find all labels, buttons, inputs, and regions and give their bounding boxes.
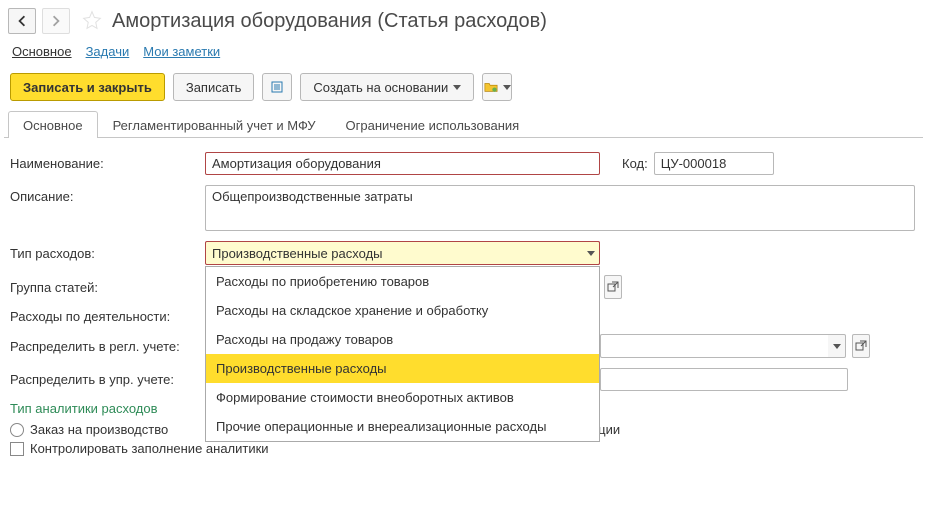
dist-upr-label: Распределить в упр. учете: [10, 372, 205, 387]
dist-regl-label: Распределить в регл. учете: [10, 339, 205, 354]
code-label: Код: [622, 156, 648, 171]
save-button[interactable]: Записать [173, 73, 255, 101]
dropdown-option[interactable]: Производственные расходы [206, 354, 599, 383]
save-close-button[interactable]: Записать и закрыть [10, 73, 165, 101]
list-button[interactable] [262, 73, 292, 101]
desc-label: Описание: [10, 185, 205, 204]
chevron-down-icon[interactable] [828, 334, 846, 358]
topnav-main[interactable]: Основное [12, 44, 72, 59]
titlebar: Амортизация оборудования (Статья расходо… [4, 4, 923, 40]
type-value: Производственные расходы [205, 241, 600, 265]
dist-regl-field[interactable] [600, 334, 828, 358]
name-label: Наименование: [10, 156, 205, 171]
page-title: Амортизация оборудования (Статья расходо… [112, 10, 547, 33]
favorite-icon[interactable] [82, 10, 102, 33]
open-external-icon[interactable] [604, 275, 622, 299]
toolbar: Записать и закрыть Записать Создать на о… [4, 69, 923, 111]
dropdown-option[interactable]: Расходы по приобретению товаров [206, 267, 599, 296]
type-select[interactable]: Производственные расходы Расходы по прио… [205, 241, 600, 265]
dist-upr-field[interactable] [600, 368, 848, 391]
check-control-label: Контролировать заполнение аналитики [30, 441, 269, 456]
type-dropdown: Расходы по приобретению товаровРасходы н… [205, 266, 600, 442]
check-control-row[interactable]: Контролировать заполнение аналитики [10, 441, 917, 456]
tab-main[interactable]: Основное [8, 111, 98, 138]
topnav-notes[interactable]: Мои заметки [143, 44, 220, 59]
checkbox-icon [10, 442, 24, 456]
code-field[interactable] [654, 152, 774, 175]
tab-limit[interactable]: Ограничение использования [331, 111, 535, 138]
name-field[interactable] [205, 152, 600, 175]
forward-button[interactable] [42, 8, 70, 34]
dropdown-option[interactable]: Прочие операционные и внереализационные … [206, 412, 599, 441]
window: Амортизация оборудования (Статья расходо… [4, 4, 923, 466]
folder-button[interactable] [482, 73, 512, 101]
radio-order-label: Заказ на производство [30, 422, 168, 437]
tabs: Основное Регламентированный учет и МФУ О… [4, 111, 923, 138]
chevron-down-icon [503, 85, 511, 90]
dropdown-option[interactable]: Расходы на продажу товаров [206, 325, 599, 354]
back-button[interactable] [8, 8, 36, 34]
topnav-tasks[interactable]: Задачи [86, 44, 130, 59]
activity-label: Расходы по деятельности: [10, 309, 205, 324]
group-label: Группа статей: [10, 280, 205, 295]
chevron-down-icon[interactable] [582, 241, 600, 265]
radio-icon [10, 423, 24, 437]
top-nav: Основное Задачи Мои заметки [4, 40, 923, 69]
desc-field[interactable]: Общепроизводственные затраты [205, 185, 915, 231]
dropdown-option[interactable]: Формирование стоимости внеоборотных акти… [206, 383, 599, 412]
open-external-icon[interactable] [852, 334, 870, 358]
dropdown-option[interactable]: Расходы на складское хранение и обработк… [206, 296, 599, 325]
form-area: Наименование: Код: Описание: Общепроизво… [4, 138, 923, 466]
chevron-down-icon [453, 85, 461, 90]
create-based-button[interactable]: Создать на основании [300, 73, 474, 101]
tab-regulated[interactable]: Регламентированный учет и МФУ [98, 111, 331, 138]
type-label: Тип расходов: [10, 246, 205, 261]
